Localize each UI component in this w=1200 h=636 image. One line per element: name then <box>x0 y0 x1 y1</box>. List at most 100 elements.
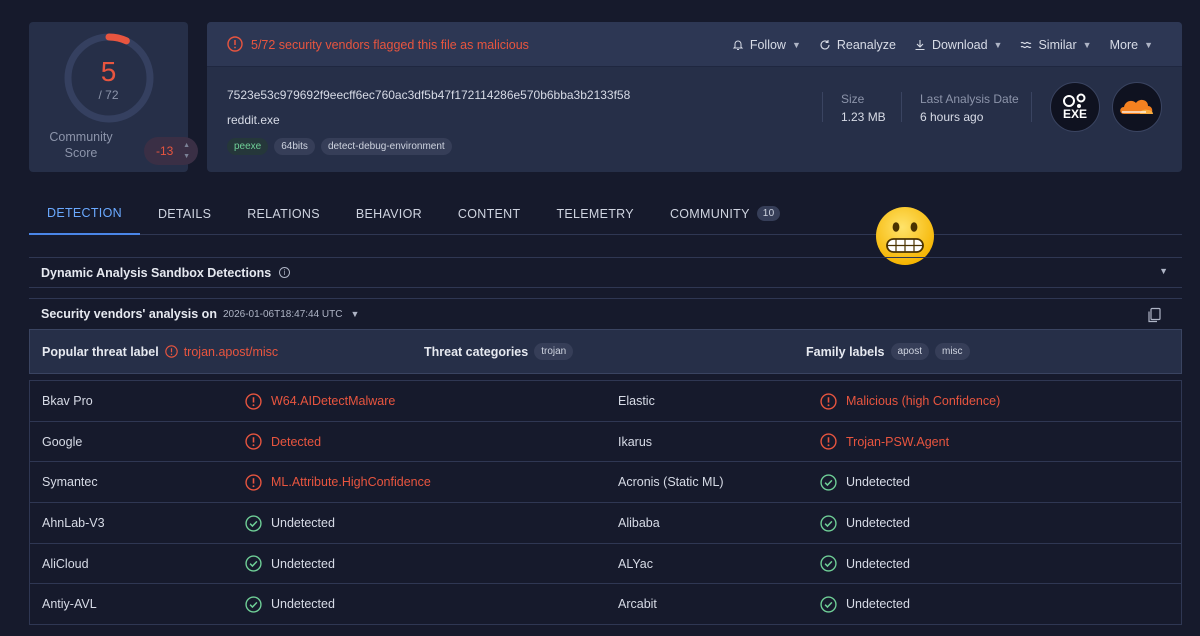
copy-icon[interactable] <box>1146 307 1162 323</box>
vendors-title: Security vendors' analysis on <box>41 307 217 321</box>
chevron-down-icon: ▼ <box>1144 40 1153 50</box>
tab-label: COMMUNITY <box>669 206 750 221</box>
vendor-name: Bkav Pro <box>42 394 93 408</box>
file-header: 5/72 security vendors flagged this file … <box>207 22 1182 172</box>
similar-button[interactable]: Similar ▼ <box>1011 34 1100 56</box>
file-hash[interactable]: 7523e53c979692f9eecff6ec760ac3df5b47f172… <box>227 88 630 102</box>
chevron-down-icon: ▼ <box>791 40 801 50</box>
download-icon <box>915 40 925 51</box>
table-row: Symantec ML.Attribute.HighConfidence Acron… <box>29 462 1182 504</box>
file-tags: peexe 64bits detect-debug-environment <box>227 138 452 155</box>
vendor-name: AhnLab-V3 <box>42 516 105 531</box>
last-analysis-label: Last Analysis Date <box>920 92 1019 106</box>
vendors-table: Bkav Pro W64.AIDetectMalware Elastic Malici… <box>29 380 1182 626</box>
check-circle-icon <box>820 474 837 491</box>
reanalyze-button[interactable]: Reanalyze <box>810 34 905 56</box>
chevron-down-icon: ▼ <box>1082 40 1092 50</box>
tab-behavior[interactable]: BEHAVIOR <box>338 192 440 235</box>
detection-result: ML.Attribute.HighConfidence <box>245 462 431 502</box>
chevron-down-icon[interactable]: ▼ <box>1159 266 1168 276</box>
detection-result-text: Undetected <box>271 597 335 612</box>
detection-result-text: Undetected <box>846 475 910 490</box>
check-circle-icon <box>245 555 262 572</box>
tab-label: BEHAVIOR <box>355 206 422 221</box>
detection-result-text: W64.AIDetectMalware <box>271 394 396 408</box>
popular-threat-value[interactable]: trojan.apost/misc <box>184 345 278 359</box>
similar-label: Similar <box>1038 38 1077 52</box>
file-type-label: EXE <box>1062 107 1087 121</box>
threat-categories-key: Threat categories <box>424 344 529 359</box>
detection-result-text: Malicious (high Confidence) <box>846 394 1001 408</box>
tab-telemetry[interactable]: TELEMETRY <box>538 192 652 235</box>
tag-detect-debug-environment[interactable]: detect-debug-environment <box>320 138 452 155</box>
tab-label: TELEMETRY <box>556 206 634 221</box>
detection-result-text: ML.Attribute.HighConfidence <box>271 475 431 490</box>
upvote-icon[interactable]: ▲ <box>183 142 190 149</box>
malicious-alert: 5/72 security vendors flagged this file … <box>251 38 529 52</box>
vendor-name: Google <box>42 434 83 449</box>
vendor-name: Elastic <box>618 394 655 408</box>
analysis-date: 2026-01-06T18:47:44 UTC <box>222 308 343 320</box>
file-name: reddit.exe <box>227 113 280 127</box>
header-actions: Follow ▼ Reanalyze Download ▼ Similar ▼ … <box>723 34 1162 56</box>
community-score-value: -13 <box>156 144 174 158</box>
more-button[interactable]: More ▼ <box>1101 34 1162 56</box>
sandbox-detections-section[interactable]: Dynamic Analysis Sandbox Detections i ▼ <box>29 257 1182 288</box>
tab-label: DETECTION <box>47 205 122 220</box>
family-labels-key: Family labels <box>806 344 885 359</box>
cloudflare-icon <box>1112 82 1162 132</box>
family-pill[interactable]: misc <box>934 343 970 360</box>
downvote-icon[interactable]: ▼ <box>183 153 190 160</box>
follow-button[interactable]: Follow ▼ <box>723 34 810 56</box>
tab-label: RELATIONS <box>247 206 320 221</box>
community-score-label: Community Score <box>49 130 113 160</box>
size-label: Size <box>841 92 865 106</box>
detection-result: Malicious (high Confidence) <box>820 381 1000 421</box>
alert-icon <box>820 392 837 410</box>
check-circle-icon <box>245 514 262 532</box>
check-circle-icon <box>820 514 837 532</box>
report-tabs: DETECTION DETAILS RELATIONS BEHAVIOR CON… <box>29 192 1182 235</box>
tag-64bits[interactable]: 64bits <box>274 138 315 155</box>
table-row: AhnLab-V3 Undetected Alibaba Undetected <box>29 503 1182 544</box>
popular-threat-label: Popular threat label trojan.apost/misc <box>42 345 278 359</box>
detection-result: Detected <box>245 422 321 462</box>
tag-peexe[interactable]: peexe <box>227 138 269 155</box>
vendor-name: Alibaba <box>618 516 660 531</box>
divider <box>1031 92 1032 122</box>
tab-relations[interactable]: RELATIONS <box>229 192 338 235</box>
alert-icon <box>820 433 837 450</box>
tab-detection[interactable]: DETECTION <box>29 192 140 235</box>
alert-icon <box>227 36 243 52</box>
alert-icon <box>164 345 178 358</box>
detection-result: Undetected <box>820 544 910 584</box>
more-label: More <box>1109 38 1139 52</box>
detection-result-text: Undetected <box>271 516 335 531</box>
sandbox-title: Dynamic Analysis Sandbox Detections <box>41 265 272 280</box>
divider <box>901 92 902 122</box>
chevron-down-icon: ▼ <box>993 40 1003 50</box>
tab-community[interactable]: COMMUNITY 10 <box>652 192 799 235</box>
table-row: Antiy-AVL Undetected Arcabit Undetected <box>29 584 1182 626</box>
tab-content[interactable]: CONTENT <box>440 192 539 235</box>
similar-icon <box>1021 41 1032 49</box>
file-type-icon: EXE <box>1050 82 1100 132</box>
table-row: Bkav Pro W64.AIDetectMalware Elastic Malici… <box>29 381 1182 422</box>
vendor-name: Acronis (Static ML) <box>618 475 724 490</box>
detection-result-text: Undetected <box>846 556 910 571</box>
cloud-logo-shape <box>1120 99 1153 114</box>
family-pill[interactable]: apost <box>890 343 929 360</box>
check-circle-icon <box>820 555 837 572</box>
info-icon[interactable]: i <box>279 267 291 278</box>
chevron-down-icon[interactable]: ▼ <box>351 309 360 319</box>
vendor-name: Antiy-AVL <box>42 597 97 612</box>
tab-details[interactable]: DETAILS <box>140 192 229 235</box>
tab-label: CONTENT <box>457 206 521 221</box>
table-row: Google Detected Ikarus Trojan-PSW.Agent <box>29 421 1182 463</box>
follow-label: Follow <box>749 38 786 52</box>
threat-categories: Threat categories trojan <box>424 343 574 360</box>
community-score-widget[interactable]: -13 ▲ ▼ <box>144 137 198 165</box>
download-button[interactable]: Download ▼ <box>905 34 1012 56</box>
category-pill[interactable]: trojan <box>534 343 574 360</box>
family-labels: Family labels apost misc <box>806 343 970 360</box>
